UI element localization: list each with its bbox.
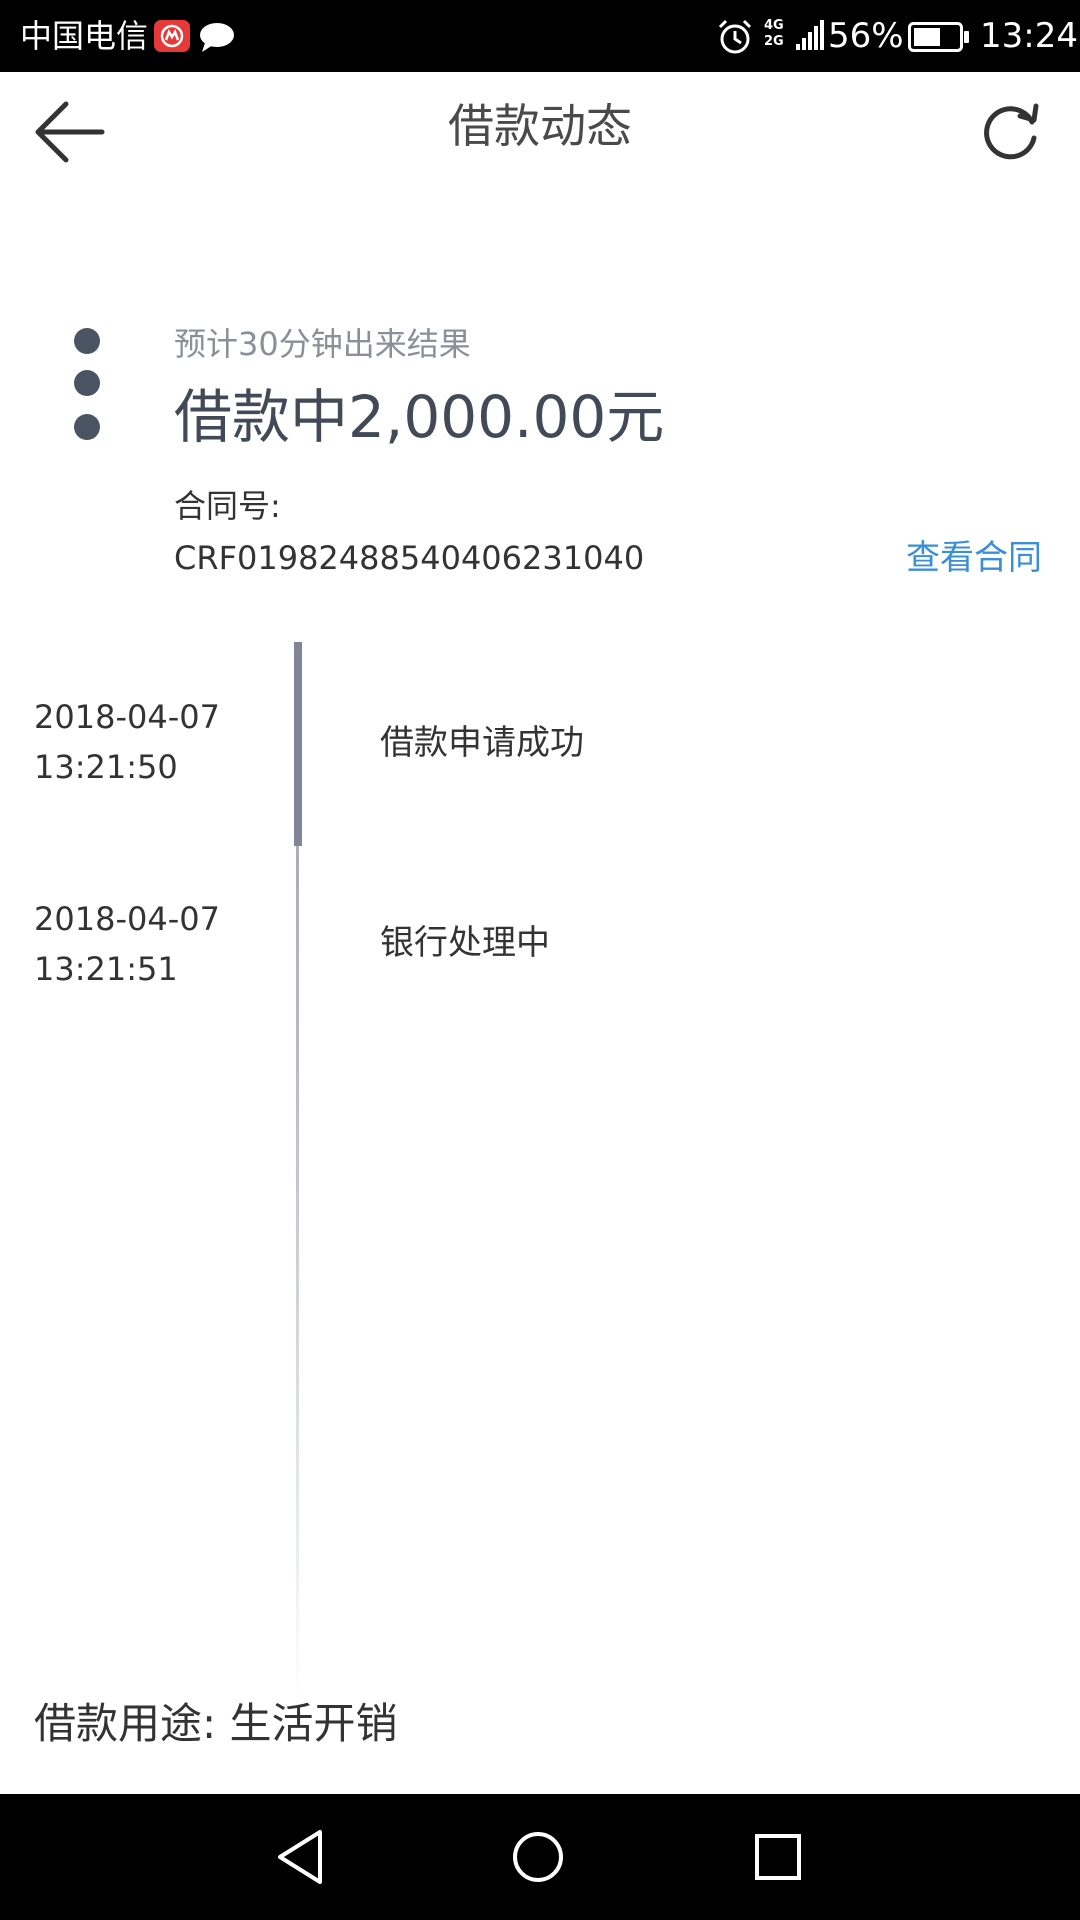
app-bar: 借款动态 xyxy=(0,72,1080,182)
nav-back-button[interactable] xyxy=(270,1824,336,1890)
contract-label: 合同号: xyxy=(174,487,281,525)
event-time: 13:21:51 xyxy=(34,950,178,988)
navigation-bar xyxy=(0,1794,1080,1920)
contract-number: CRF01982488540406231040 xyxy=(174,539,645,577)
battery-percent: 56% xyxy=(828,16,904,56)
nav-recents-icon xyxy=(755,1834,801,1880)
progress-dot xyxy=(74,370,100,396)
estimate-text: 预计30分钟出来结果 xyxy=(174,325,471,363)
nav-back-icon xyxy=(278,1830,322,1884)
event-time: 13:21:50 xyxy=(34,748,178,786)
event-date: 2018-04-07 xyxy=(34,900,220,938)
network-type: 4G 2G xyxy=(764,18,784,50)
signal-icon xyxy=(796,18,826,56)
network-type-2g: 2G xyxy=(764,34,784,49)
event-date: 2018-04-07 xyxy=(34,698,220,736)
arrow-left-icon xyxy=(35,101,105,163)
nav-home-button[interactable] xyxy=(505,1824,571,1890)
alarm-icon xyxy=(716,18,754,60)
nav-home-icon xyxy=(513,1832,563,1882)
status-time: 13:24 xyxy=(980,16,1078,56)
back-button[interactable] xyxy=(30,92,110,172)
refresh-icon xyxy=(984,103,1039,160)
progress-dot xyxy=(74,414,100,440)
battery-icon xyxy=(908,22,970,56)
progress-dot xyxy=(74,328,100,354)
chat-bubble-icon xyxy=(198,20,236,58)
loan-status-amount: 借款中2,000.00元 xyxy=(174,383,665,451)
view-contract-link[interactable]: 查看合同 xyxy=(906,536,1042,580)
page-title: 借款动态 xyxy=(448,99,632,153)
carrier-name: 中国电信 xyxy=(20,17,149,55)
screen: 中国电信 4G 2G 56% 13:24 借款动态 预计30分钟出来结果 借款中… xyxy=(0,0,1080,1920)
loan-purpose: 借款用途: 生活开销 xyxy=(34,1699,398,1748)
network-type-4g: 4G xyxy=(764,18,784,33)
timeline-progress-bar xyxy=(294,642,302,846)
event-description: 银行处理中 xyxy=(380,923,550,963)
carrier-app-icon xyxy=(154,20,190,52)
event-description: 借款申请成功 xyxy=(380,723,584,763)
status-bar: 中国电信 4G 2G 56% 13:24 xyxy=(0,0,1080,72)
refresh-button[interactable] xyxy=(972,94,1048,170)
nav-recents-button[interactable] xyxy=(745,1824,811,1890)
